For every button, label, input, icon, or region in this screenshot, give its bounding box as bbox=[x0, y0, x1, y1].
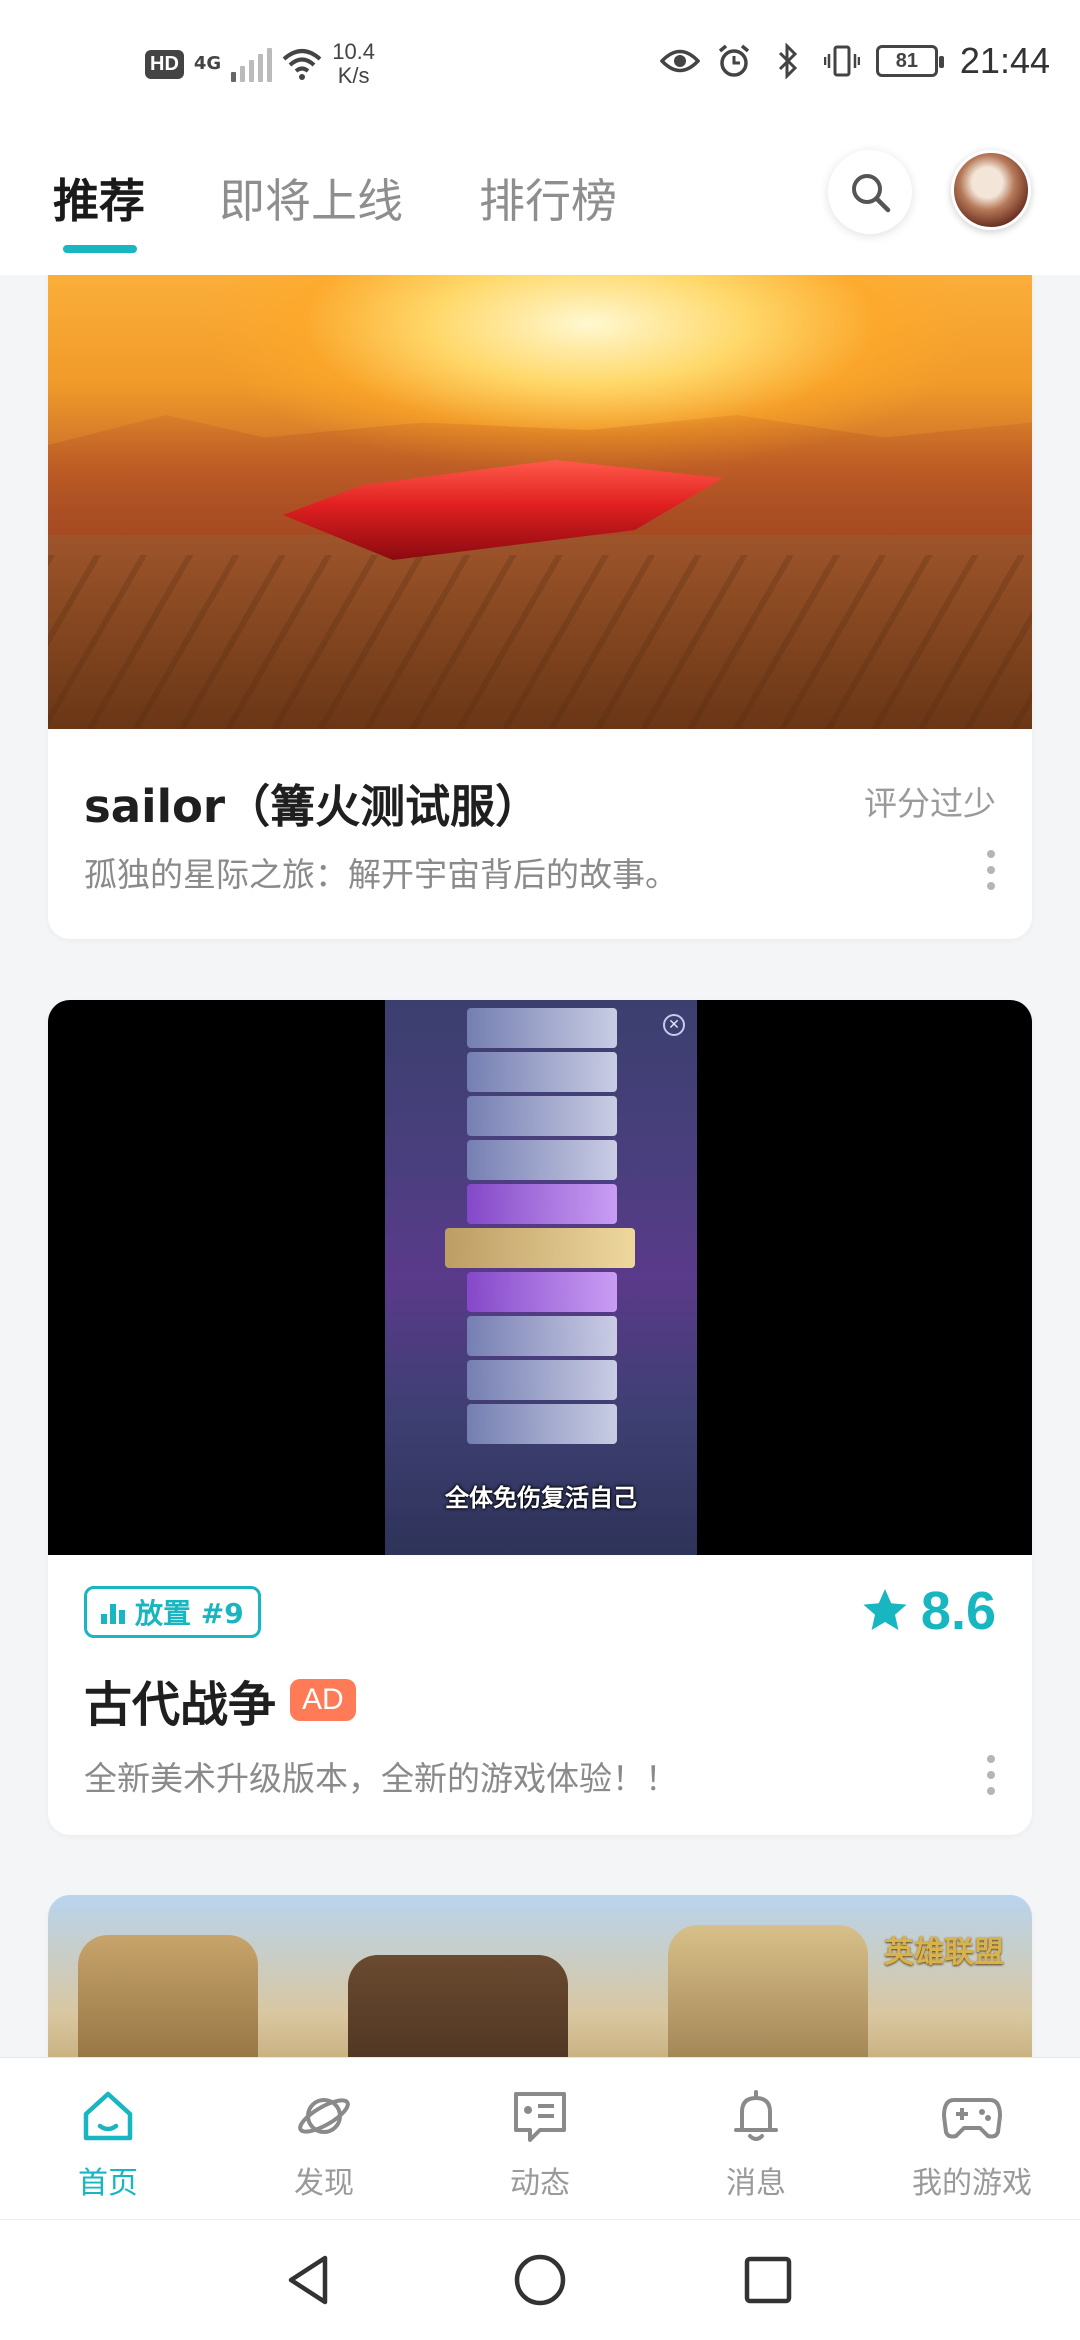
gamepad-icon bbox=[942, 2098, 1002, 2139]
speed-value: 10.4 bbox=[332, 39, 376, 64]
speed-unit: K/s bbox=[337, 63, 370, 88]
nav-discover-label: 发现 bbox=[294, 2166, 354, 2201]
hd-badge: HD bbox=[145, 49, 184, 79]
signal-icon bbox=[231, 46, 273, 82]
nav-my-games[interactable]: 我的游戏 bbox=[864, 2058, 1080, 2220]
home-icon bbox=[83, 2091, 133, 2141]
home-circle-icon bbox=[514, 2254, 566, 2306]
game-cover-image[interactable]: 英雄联盟 bbox=[48, 1895, 1032, 2057]
nav-messages-label: 消息 bbox=[726, 2166, 786, 2201]
clock: 21:44 bbox=[959, 40, 1050, 81]
search-icon bbox=[852, 174, 891, 213]
game-rating: 8.6 bbox=[861, 1580, 996, 1642]
rank-icon bbox=[101, 1604, 125, 1624]
alarm-icon bbox=[714, 41, 754, 81]
bell-icon bbox=[734, 2090, 778, 2141]
status-left: HD 4G 10.4 K/s bbox=[145, 40, 375, 88]
nav-home-label: 首页 bbox=[78, 2166, 138, 2201]
status-bar: HD 4G 10.4 K/s 81 21:44 bbox=[0, 0, 1080, 135]
ad-badge: AD bbox=[290, 1679, 356, 1721]
back-button[interactable] bbox=[276, 2248, 340, 2312]
bottom-navigation: 首页 发现 动态 消息 我的游戏 bbox=[0, 2057, 1080, 2219]
game-description: 全新美术升级版本，全新的游戏体验！！ bbox=[84, 1759, 678, 1798]
system-navigation-bar bbox=[0, 2219, 1080, 2340]
game-card-league-of-legends[interactable]: 英雄联盟 bbox=[48, 1895, 1032, 2057]
nav-messages[interactable]: 消息 bbox=[648, 2058, 864, 2220]
planet-icon bbox=[298, 2098, 350, 2134]
nav-discover[interactable]: 发现 bbox=[216, 2058, 432, 2220]
network-type: 4G bbox=[193, 53, 222, 74]
tab-ranking[interactable]: 排行榜 bbox=[479, 165, 617, 231]
back-triangle-icon bbox=[288, 2255, 328, 2305]
nav-feed[interactable]: 动态 bbox=[432, 2058, 648, 2220]
title-row: 古代战争 AD bbox=[84, 1665, 356, 1735]
home-button[interactable] bbox=[508, 2248, 572, 2312]
network-speed: 10.4 K/s bbox=[332, 40, 375, 88]
star-icon bbox=[863, 1589, 907, 1630]
rating-value: 8.6 bbox=[920, 1581, 996, 1641]
nav-home[interactable]: 首页 bbox=[0, 2058, 216, 2220]
nav-my-games-label: 我的游戏 bbox=[912, 2166, 1032, 2201]
video-frame: ✕ 全体免伤复活自己 bbox=[385, 1000, 697, 1555]
battery-indicator: 81 bbox=[875, 45, 944, 77]
game-card-sailor[interactable]: sailor（篝火测试服） 评分过少 孤独的星际之旅：解开宇宙背后的故事。 bbox=[48, 275, 1032, 939]
message-card-icon bbox=[514, 2092, 566, 2142]
recents-square-icon bbox=[744, 2256, 792, 2304]
vibrate-icon bbox=[822, 41, 862, 81]
nav-feed-label: 动态 bbox=[510, 2166, 570, 2201]
video-caption: 全体免伤复活自己 bbox=[445, 1484, 637, 1512]
game-feed[interactable]: sailor（篝火测试服） 评分过少 孤独的星际之旅：解开宇宙背后的故事。 ✕ … bbox=[0, 275, 1080, 2057]
game-title[interactable]: 古代战争 bbox=[84, 1665, 276, 1735]
more-options-button[interactable] bbox=[986, 1755, 996, 1795]
league-of-legends-logo: 英雄联盟 bbox=[884, 1935, 1004, 1970]
rating-status: 评分过少 bbox=[864, 784, 996, 823]
close-icon: ✕ bbox=[663, 1014, 685, 1036]
bluetooth-icon bbox=[768, 41, 808, 81]
category-rank-label: 放置 #9 bbox=[135, 1597, 244, 1630]
game-description: 孤独的星际之旅：解开宇宙背后的故事。 bbox=[84, 855, 678, 894]
active-tab-indicator bbox=[63, 245, 137, 253]
tab-recommend[interactable]: 推荐 bbox=[53, 165, 145, 231]
category-rank-tag[interactable]: 放置 #9 bbox=[84, 1586, 261, 1638]
tab-upcoming[interactable]: 即将上线 bbox=[219, 165, 403, 231]
game-video-preview[interactable]: ✕ 全体免伤复活自己 bbox=[48, 1000, 1032, 1555]
game-title[interactable]: sailor（篝火测试服） bbox=[84, 770, 540, 835]
wifi-icon bbox=[282, 44, 322, 84]
user-avatar[interactable] bbox=[951, 150, 1031, 230]
top-tab-bar: 推荐 即将上线 排行榜 bbox=[0, 135, 1080, 275]
game-cover-image[interactable] bbox=[48, 275, 1032, 729]
eye-icon bbox=[659, 41, 700, 81]
game-card-ancient-war[interactable]: ✕ 全体免伤复活自己 放置 #9 8.6 古代战争 AD 全新美术升级版本，全新… bbox=[48, 1000, 1032, 1835]
more-options-button[interactable] bbox=[986, 850, 996, 890]
search-button[interactable] bbox=[828, 150, 912, 234]
status-right: 81 21:44 bbox=[659, 40, 1050, 82]
recents-button[interactable] bbox=[736, 2248, 800, 2312]
